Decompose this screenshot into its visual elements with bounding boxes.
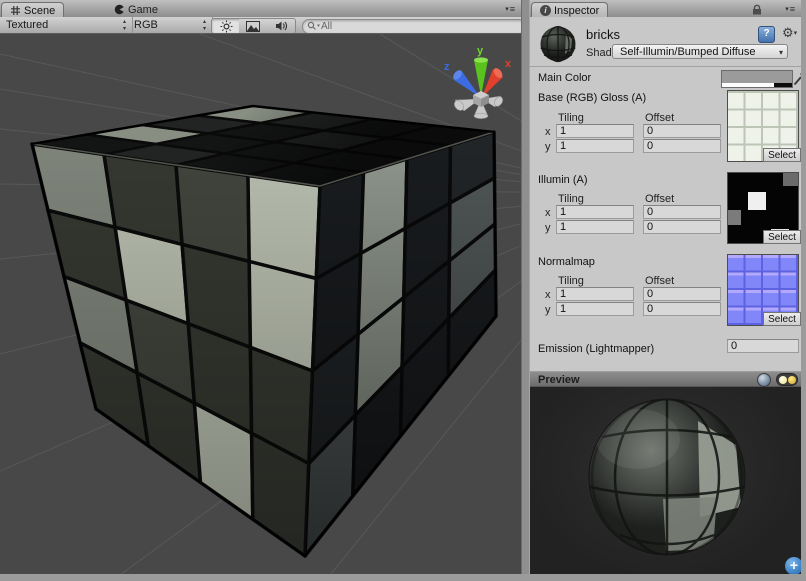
normalmap-offset-y-input[interactable] <box>643 302 721 316</box>
search-input[interactable] <box>302 19 526 34</box>
search-icon <box>307 21 321 31</box>
gizmo-y-label: y <box>477 45 484 57</box>
base-tiling-x-input[interactable] <box>556 124 634 138</box>
inspector-tabbar: i Inspector ▾≡ <box>530 0 801 18</box>
image-icon <box>246 21 260 32</box>
panel-splitter[interactable] <box>521 0 530 581</box>
scene-grid-icon <box>10 5 21 16</box>
inspector-panel-menu-icon[interactable]: ▾≡ <box>785 4 795 14</box>
illumin-offset-x-input[interactable] <box>643 205 721 219</box>
material-name: bricks <box>586 27 620 42</box>
tab-scene-label: Scene <box>24 5 55 17</box>
tab-game-label: Game <box>128 4 158 16</box>
light-dot-icon <box>779 376 787 384</box>
shader-value: Self-Illumin/Bumped Diffuse <box>620 46 756 58</box>
shader-dropdown-arrow: ▾ <box>779 46 783 60</box>
normalmap-tiling-y-input[interactable] <box>556 302 634 316</box>
scene-tabbar: Scene Game ▾≡ <box>0 0 521 18</box>
alpha-bar <box>722 83 792 87</box>
tiling-header: Tiling <box>558 193 584 205</box>
x-row-label: x <box>545 126 551 138</box>
preview-label: Preview <box>538 374 580 386</box>
tab-inspector[interactable]: i Inspector <box>531 2 608 18</box>
offset-header: Offset <box>645 275 674 287</box>
tiling-header: Tiling <box>558 112 584 124</box>
illumin-select-button[interactable]: Select <box>763 230 801 244</box>
window-edge-right <box>801 0 806 581</box>
shader-dropdown[interactable]: Self-Illumin/Bumped Diffuse ▾ <box>612 44 788 59</box>
illumin-tiling-x-input[interactable] <box>556 205 634 219</box>
y-row-label: y <box>545 304 551 316</box>
base-offset-y-input[interactable] <box>643 139 721 153</box>
illumin-section-label: Illumin (A) <box>538 174 588 186</box>
preview-mesh-button[interactable] <box>757 373 771 387</box>
unity-editor-window: Scene Game ▾≡ Textured ▴▾ RGB ▴▾ <box>0 0 806 581</box>
material-preview-area[interactable]: + <box>530 387 801 574</box>
help-button[interactable]: ? <box>758 26 775 43</box>
normalmap-section-label: Normalmap <box>538 256 595 268</box>
info-icon: i <box>540 5 551 16</box>
preview-lighting-toggle[interactable] <box>776 373 798 386</box>
normalmap-tiling-x-input[interactable] <box>556 287 634 301</box>
tiling-header: Tiling <box>558 275 584 287</box>
inspector-panel: bricks Shader Self-Illumin/Bumped Diffus… <box>530 17 801 371</box>
base-offset-x-input[interactable] <box>643 124 721 138</box>
audio-toggle-button[interactable] <box>267 18 296 34</box>
offset-header: Offset <box>645 193 674 205</box>
scene-viewport[interactable]: y x z <box>0 33 521 575</box>
gizmo-z-label: z <box>444 61 450 73</box>
scene-panel-menu-icon[interactable]: ▾≡ <box>505 4 515 14</box>
base-tiling-y-input[interactable] <box>556 139 634 153</box>
effects-toggle-button[interactable] <box>239 18 268 34</box>
x-row-label: x <box>545 207 551 219</box>
gear-icon: ⚙ <box>782 25 794 40</box>
main-color-swatch[interactable] <box>721 70 793 88</box>
tab-scene[interactable]: Scene <box>1 2 64 18</box>
sun-icon <box>220 20 233 33</box>
emission-input[interactable] <box>727 339 799 353</box>
x-row-label: x <box>545 289 551 301</box>
y-row-label: y <box>545 141 551 153</box>
color-mode-value: RGB <box>134 19 158 31</box>
material-preview-icon <box>538 24 578 64</box>
draw-mode-dropdown[interactable]: Textured ▴▾ <box>0 17 133 33</box>
light-dot-icon <box>788 376 796 384</box>
normalmap-offset-x-input[interactable] <box>643 287 721 301</box>
window-edge-bottom <box>0 574 806 581</box>
normalmap-select-button[interactable]: Select <box>763 312 801 326</box>
illumin-offset-y-input[interactable] <box>643 220 721 234</box>
tab-inspector-label: Inspector <box>554 5 599 17</box>
tab-game[interactable]: Game <box>108 2 164 17</box>
draw-mode-value: Textured <box>6 19 48 31</box>
illumin-tiling-y-input[interactable] <box>556 220 634 234</box>
scene-toolbar: Textured ▴▾ RGB ▴▾ <box>0 17 521 34</box>
speaker-icon <box>275 20 288 32</box>
offset-header: Offset <box>645 112 674 124</box>
panel-menu-arrow: ▾ <box>505 5 509 13</box>
emission-label: Emission (Lightmapper) <box>538 343 654 355</box>
header-separator <box>530 66 801 67</box>
preview-header[interactable]: Preview <box>530 371 801 387</box>
lock-icon[interactable] <box>751 4 763 15</box>
lighting-toggle-button[interactable] <box>211 18 241 34</box>
preview-sphere <box>530 387 801 574</box>
color-mode-dropdown[interactable]: RGB ▴▾ <box>128 17 213 33</box>
gizmo-x-label: x <box>505 58 512 70</box>
y-row-label: y <box>545 222 551 234</box>
gear-menu-button[interactable]: ⚙▾ <box>782 26 797 41</box>
base-section-label: Base (RGB) Gloss (A) <box>538 92 646 104</box>
panel-menu-lines: ≡ <box>510 4 515 14</box>
base-select-button[interactable]: Select <box>763 148 801 162</box>
main-color-label: Main Color <box>538 72 591 84</box>
game-icon <box>114 4 125 15</box>
